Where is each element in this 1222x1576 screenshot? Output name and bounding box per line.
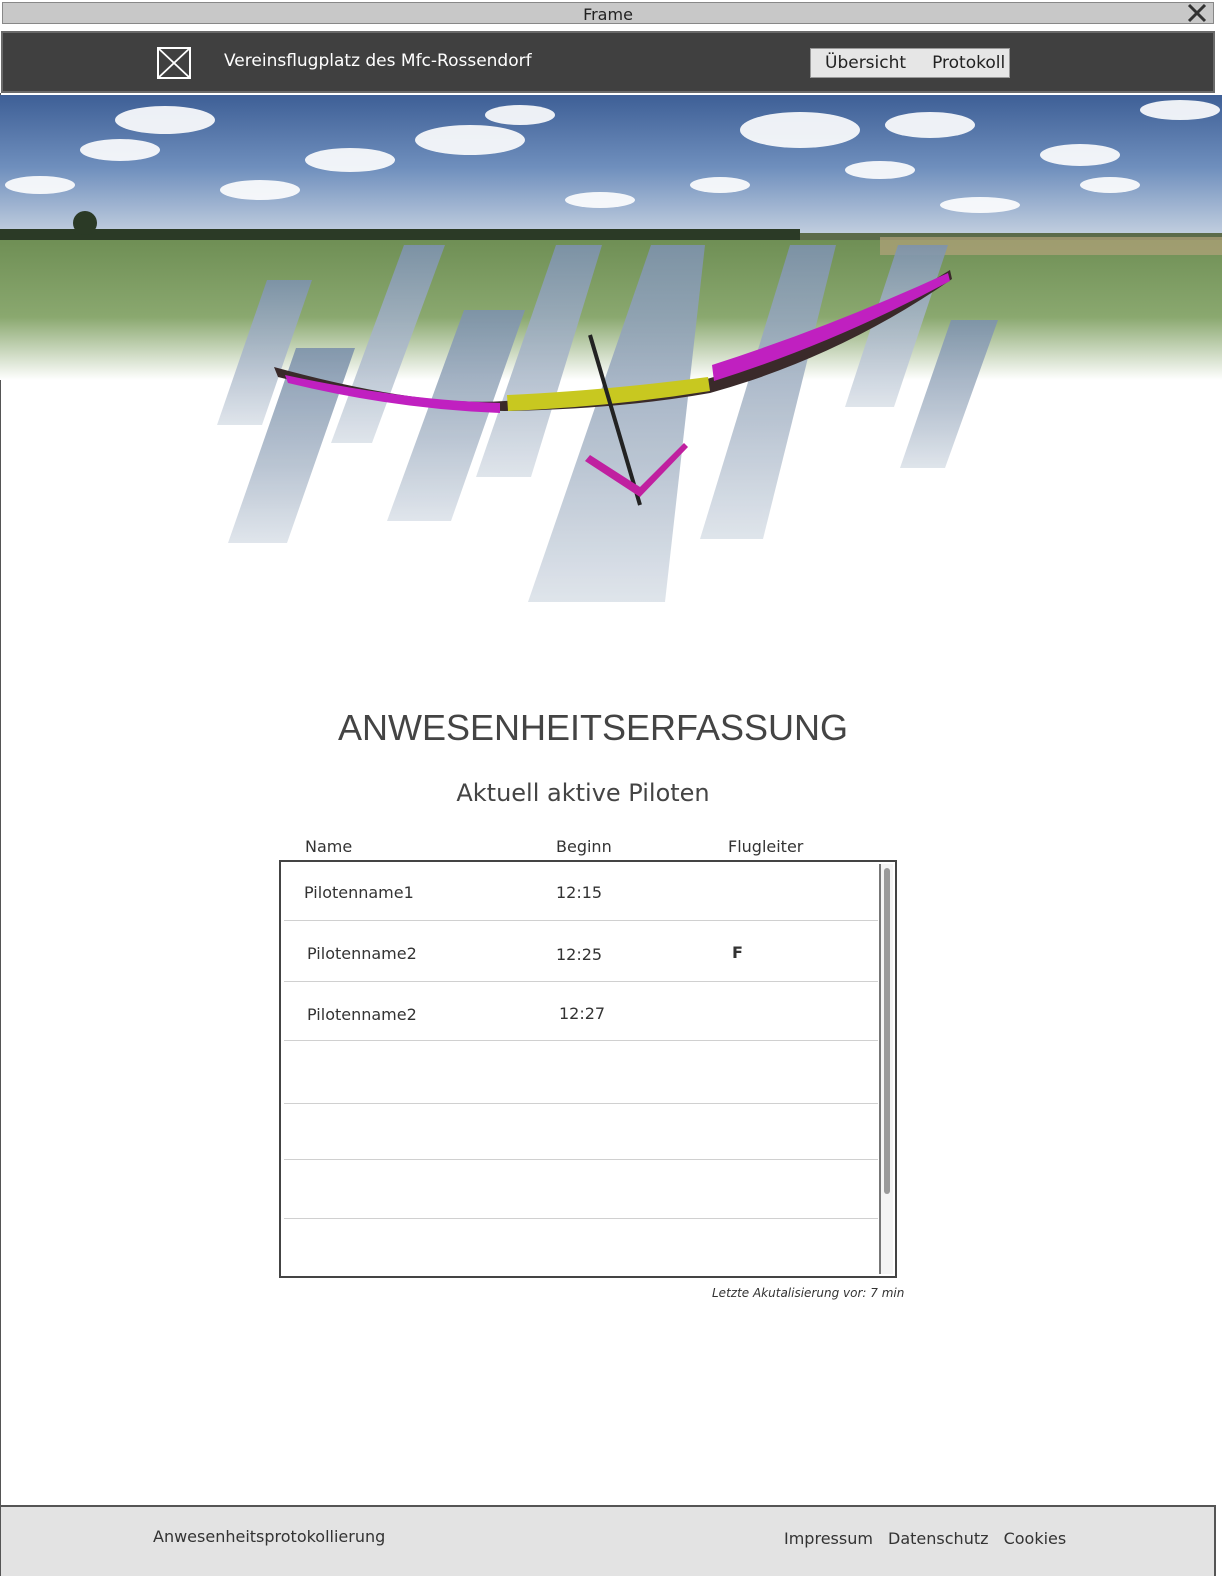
nav-protocol-link[interactable]: Protokoll [932, 53, 1005, 73]
column-header-name: Name [305, 837, 353, 856]
last-update-note: Letzte Akutalisierung vor: 7 min [712, 1286, 905, 1300]
window-title: Frame [583, 5, 633, 24]
site-footer: Anwesenheitsprotokollierung Impressum Da… [0, 1505, 1216, 1576]
table-cell-name: Pilotenname2 [307, 1005, 417, 1024]
table-row-divider [284, 981, 878, 982]
table-scrollbar[interactable] [879, 864, 893, 1274]
table-row-divider [284, 1218, 878, 1219]
logo-placeholder-icon [157, 47, 191, 79]
table-cell-flight-director: F [732, 943, 743, 962]
close-icon[interactable] [1185, 1, 1209, 25]
pilots-table: Pilotenname1 12:15 Pilotenname2 12:25 F … [279, 860, 897, 1278]
footer-link-imprint[interactable]: Impressum [784, 1529, 873, 1548]
footer-links: Impressum Datenschutz Cookies [784, 1529, 1076, 1548]
table-cell-start: 12:15 [556, 883, 603, 902]
site-header: Vereinsflugplatz des Mfc-Rossendorf Über… [1, 31, 1215, 93]
section-title: Aktuell aktive Piloten [456, 779, 710, 807]
footer-link-cookies[interactable]: Cookies [1004, 1529, 1067, 1548]
nav-overview-link[interactable]: Übersicht [825, 53, 906, 73]
column-header-flight-director: Flugleiter [728, 837, 804, 856]
site-title: Vereinsflugplatz des Mfc-Rossendorf [224, 51, 532, 71]
table-cell-name: Pilotenname1 [304, 883, 414, 902]
window-titlebar: Frame [2, 2, 1214, 24]
table-row-divider [284, 1040, 878, 1041]
hero-image [0, 95, 1222, 602]
table-cell-start: 12:25 [556, 945, 603, 964]
column-header-start: Beginn [556, 837, 612, 856]
table-row-divider [284, 1103, 878, 1104]
table-row-divider [284, 1159, 878, 1160]
table-cell-name: Pilotenname2 [307, 944, 417, 963]
scrollbar-thumb[interactable] [884, 868, 890, 1194]
main-nav: Übersicht Protokoll [810, 48, 1010, 78]
table-cell-start: 12:27 [559, 1004, 606, 1023]
footer-brand: Anwesenheitsprotokollierung [153, 1527, 386, 1546]
table-row-divider [284, 920, 878, 921]
page-title: ANWESENHEITSERFASSUNG [337, 707, 849, 748]
footer-link-privacy[interactable]: Datenschutz [888, 1529, 988, 1548]
